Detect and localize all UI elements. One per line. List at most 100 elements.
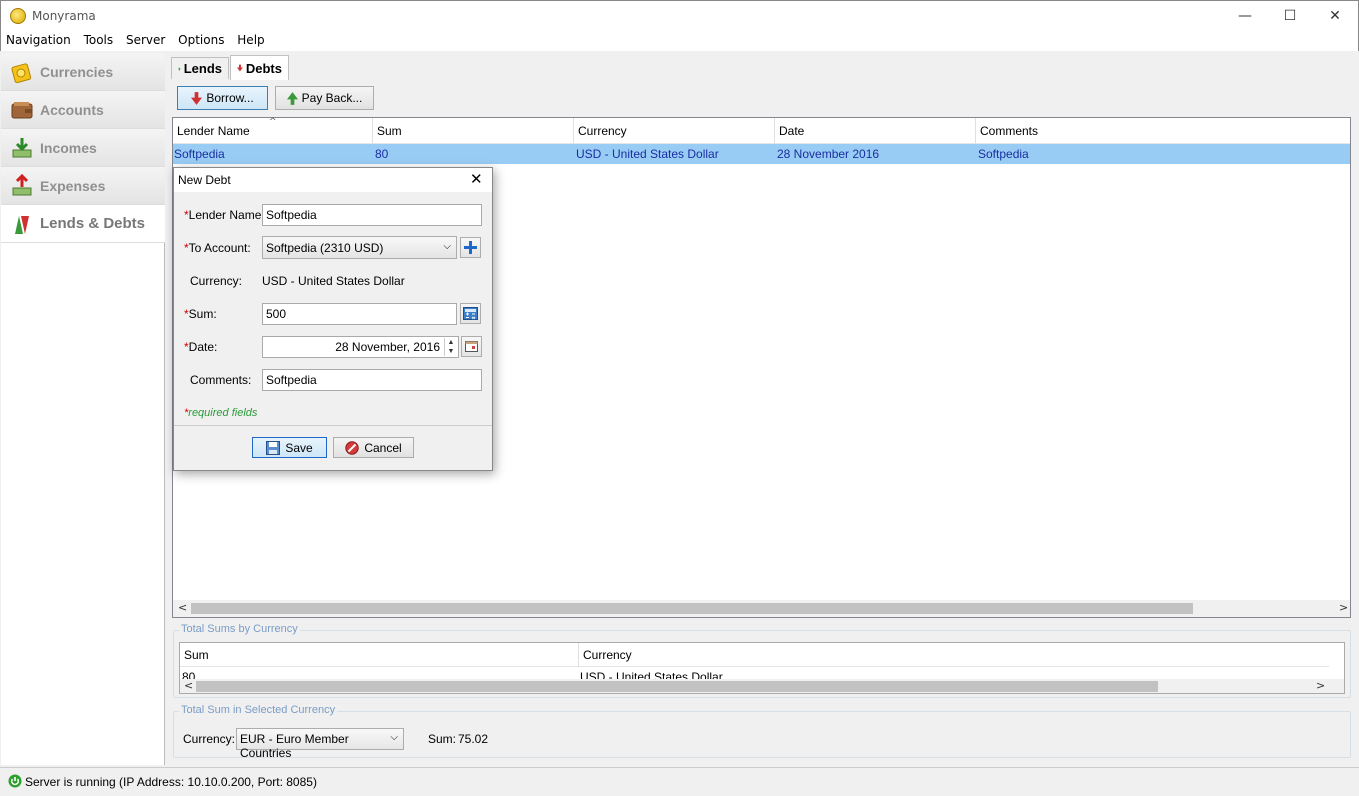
currency-select-value: EUR - Euro Member Countries — [240, 732, 349, 760]
to-account-value: Softpedia (2310 USD) — [266, 241, 384, 255]
cancel-icon — [345, 440, 360, 455]
date-spinner[interactable]: ▲ ▼ — [444, 338, 457, 356]
currency-value: USD - United States Dollar — [262, 274, 405, 288]
new-debt-dialog: New Debt ✕ *Lender Name: Softpedia *To A… — [173, 167, 493, 471]
calendar-button[interactable] — [461, 336, 482, 357]
borrow-button[interactable]: Borrow... — [177, 86, 268, 110]
currency-label: Currency: — [183, 732, 236, 746]
menu-help[interactable]: Help — [233, 31, 268, 49]
comments-label: Comments: — [190, 373, 252, 387]
borrow-label: Borrow... — [206, 91, 254, 105]
add-account-button[interactable] — [460, 237, 481, 258]
lender-name-field[interactable]: Softpedia — [262, 204, 482, 226]
sidebar-item-accounts[interactable]: Accounts — [1, 91, 165, 129]
title-bar: Monyrama — ☐ ✕ — [0, 0, 1359, 31]
app-logo-icon — [10, 8, 26, 24]
lends-debts-icon — [15, 215, 29, 234]
group-label: Total Sums by Currency — [179, 623, 300, 635]
scroll-left-arrow-icon[interactable]: < — [184, 679, 193, 692]
tab-debts[interactable]: Debts — [230, 55, 289, 80]
menu-bar: Navigation Tools Server Options Help — [0, 31, 1359, 51]
cell-lender: Softpedia — [174, 147, 225, 161]
sum-field[interactable]: 500 — [262, 303, 457, 325]
currency-label: Currency: — [190, 274, 243, 288]
table-horizontal-scrollbar[interactable]: < > — [173, 600, 1350, 617]
column-header-sum[interactable]: Sum — [373, 118, 574, 144]
column-header-currency[interactable]: Currency — [574, 118, 775, 144]
group-label: Total Sum in Selected Currency — [179, 704, 338, 716]
date-field[interactable]: 28 November, 2016 ▲ ▼ — [262, 336, 459, 358]
sidebar: Currencies Accounts Incomes Expenses Len… — [1, 53, 165, 765]
pay-back-button[interactable]: Pay Back... — [275, 86, 374, 110]
sidebar-item-label: Incomes — [40, 139, 97, 156]
sidebar-item-currencies[interactable]: Currencies — [1, 53, 165, 91]
dialog-body: *Lender Name: Softpedia *To Account: Sof… — [174, 193, 492, 425]
selected-currency-group: Total Sum in Selected Currency Currency:… — [173, 704, 1351, 760]
scroll-thumb[interactable] — [196, 681, 1158, 692]
dialog-title: New Debt — [178, 173, 231, 187]
cell-sum: 80 — [375, 147, 389, 161]
menu-navigation[interactable]: Navigation — [2, 31, 75, 49]
scroll-right-arrow-icon[interactable]: > — [1316, 679, 1325, 692]
sum-label: Sum: — [428, 732, 457, 746]
debt-arrow-icon — [237, 64, 243, 72]
scroll-right-arrow-icon[interactable]: > — [1339, 601, 1348, 614]
pay-back-label: Pay Back... — [301, 91, 363, 105]
to-account-label: *To Account: — [184, 241, 251, 255]
table-row[interactable]: Softpedia 80 USD - United States Dollar … — [173, 144, 1350, 164]
column-header-date[interactable]: Date — [775, 118, 976, 144]
calendar-icon — [465, 341, 478, 352]
borrow-icon — [191, 91, 203, 105]
dialog-title-bar: New Debt ✕ — [174, 168, 492, 193]
save-button[interactable]: Save — [252, 437, 327, 458]
date-value: 28 November, 2016 — [335, 340, 440, 354]
menu-server[interactable]: Server — [122, 31, 169, 49]
menu-options[interactable]: Options — [174, 31, 228, 49]
date-label: *Date: — [184, 340, 218, 354]
status-bar: Server is running (IP Address: 10.10.0.2… — [0, 767, 1359, 796]
sidebar-item-label: Accounts — [40, 101, 104, 118]
sidebar-item-expenses[interactable]: Expenses — [1, 167, 165, 205]
totals-header-sum[interactable]: Sum — [180, 643, 579, 667]
dialog-footer: Save Cancel — [174, 425, 492, 470]
sidebar-item-label: Expenses — [40, 177, 106, 194]
totals-horizontal-scrollbar[interactable]: < > — [180, 679, 1344, 693]
wallet-icon — [11, 101, 33, 118]
server-power-icon — [8, 774, 22, 788]
column-header-comments[interactable]: Comments — [976, 118, 1350, 144]
scroll-left-arrow-icon[interactable]: < — [178, 601, 187, 614]
tab-label: Lends — [183, 61, 222, 76]
to-account-select[interactable]: Softpedia (2310 USD) ⌵ — [262, 236, 457, 259]
plus-icon — [464, 241, 477, 254]
incomes-icon — [12, 137, 32, 157]
window-title: Monyrama — [32, 9, 96, 23]
sidebar-item-incomes[interactable]: Incomes — [1, 129, 165, 167]
currency-select[interactable]: EUR - Euro Member Countries ⌵ — [236, 728, 404, 760]
sidebar-item-label: Lends & Debts — [40, 215, 146, 232]
calculator-button[interactable] — [460, 303, 481, 324]
scroll-thumb[interactable] — [191, 603, 1193, 614]
sort-ascending-icon: ^ — [269, 117, 277, 127]
totals-table: Sum Currency 80 USD - United States Doll… — [179, 642, 1345, 694]
minimize-button[interactable]: — — [1222, 1, 1268, 32]
menu-tools[interactable]: Tools — [80, 31, 118, 49]
save-label: Save — [285, 440, 313, 455]
cell-comments: Softpedia — [978, 147, 1029, 161]
sidebar-item-lends-debts[interactable]: Lends & Debts — [1, 205, 165, 243]
close-window-button[interactable]: ✕ — [1312, 1, 1358, 32]
required-fields-note: *required fields — [184, 407, 258, 419]
lend-arrow-icon — [178, 66, 181, 71]
sidebar-item-label: Currencies — [40, 63, 114, 80]
expenses-icon — [12, 173, 32, 195]
tab-label: Debts — [245, 60, 282, 76]
chevron-down-icon: ⌵ — [443, 241, 451, 252]
tab-lends[interactable]: Lends — [171, 57, 229, 79]
currencies-icon — [11, 62, 32, 83]
comments-field[interactable]: Softpedia — [262, 369, 482, 391]
chevron-down-icon: ⌵ — [390, 732, 398, 743]
cancel-button[interactable]: Cancel — [333, 437, 414, 458]
totals-header-currency[interactable]: Currency — [579, 643, 1329, 667]
sum-label: *Sum: — [184, 307, 217, 321]
maximize-button[interactable]: ☐ — [1267, 1, 1313, 32]
dialog-close-icon[interactable]: ✕ — [470, 170, 483, 188]
